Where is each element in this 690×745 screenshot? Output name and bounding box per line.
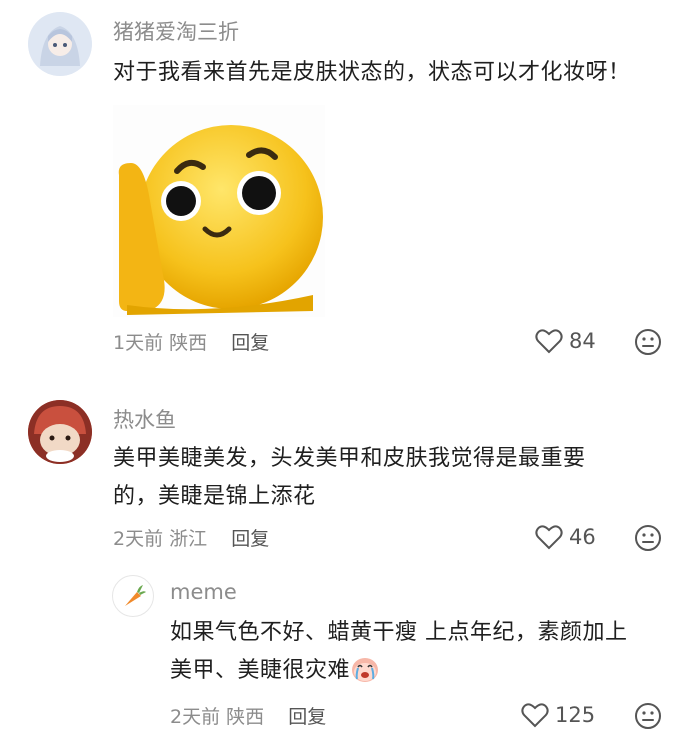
comment-username[interactable]: 猪猪爱淘三折 (113, 16, 239, 46)
crying-face-emoji-icon (350, 655, 380, 696)
avatar[interactable] (112, 575, 154, 617)
emoji-reaction-button[interactable] (634, 702, 662, 730)
heart-icon (535, 525, 563, 550)
like-count: 46 (569, 525, 596, 549)
neutral-face-icon (635, 329, 661, 355)
heart-icon (535, 329, 563, 354)
carrot-icon (125, 585, 146, 606)
comment-time: 1天前 (113, 332, 164, 354)
anime-avatar-icon (28, 12, 92, 76)
surprised-emoji-sticker-icon (118, 125, 323, 315)
reply-text-line: 美甲、美睫很灾难 (170, 652, 380, 696)
neutral-face-icon (635, 703, 661, 729)
like-button[interactable]: 84 (535, 328, 596, 354)
like-count: 125 (555, 703, 596, 727)
comment-time: 2天前 (113, 528, 164, 550)
reply-username[interactable]: meme (170, 580, 237, 604)
comment-location: 陕西 (169, 332, 208, 354)
comment-meta: 2天前 浙江 回复 (113, 524, 269, 551)
comment-location: 浙江 (169, 528, 208, 550)
comment-text: 对于我看来首先是皮肤状态的，状态可以才化妆呀！ (113, 60, 631, 85)
reply-button[interactable]: 回复 (231, 332, 269, 354)
reply-button[interactable]: 回复 (288, 706, 326, 728)
heart-icon (521, 703, 549, 728)
emoji-reaction-button[interactable] (634, 328, 662, 356)
reply-meta: 2天前 陕西 回复 (170, 702, 326, 729)
reply-text-fragment: 美甲、美睫很灾难 (170, 658, 351, 683)
avatar[interactable] (28, 400, 92, 464)
comment-meta: 1天前 陕西 回复 (113, 328, 269, 355)
cartoon-avatar-icon (28, 400, 92, 464)
comment-text-line: 美甲美睫美发，头发美甲和皮肤我觉得是最重要 (113, 446, 586, 471)
like-button[interactable]: 46 (535, 524, 596, 550)
like-count: 84 (569, 329, 596, 353)
reply-time: 2天前 (170, 706, 221, 728)
comment-username[interactable]: 热水鱼 (113, 404, 176, 434)
neutral-face-icon (635, 525, 661, 551)
sticker-image (113, 105, 325, 317)
reply-location: 陕西 (226, 706, 265, 728)
reply-button[interactable]: 回复 (231, 528, 269, 550)
avatar[interactable] (28, 12, 92, 76)
like-button[interactable]: 125 (521, 702, 595, 728)
emoji-reaction-button[interactable] (634, 524, 662, 552)
reply-text-line: 如果气色不好、蜡黄干瘦 上点年纪，素颜加上 (170, 620, 628, 645)
comment-text-line: 的，美睫是锦上添花 (113, 484, 316, 509)
